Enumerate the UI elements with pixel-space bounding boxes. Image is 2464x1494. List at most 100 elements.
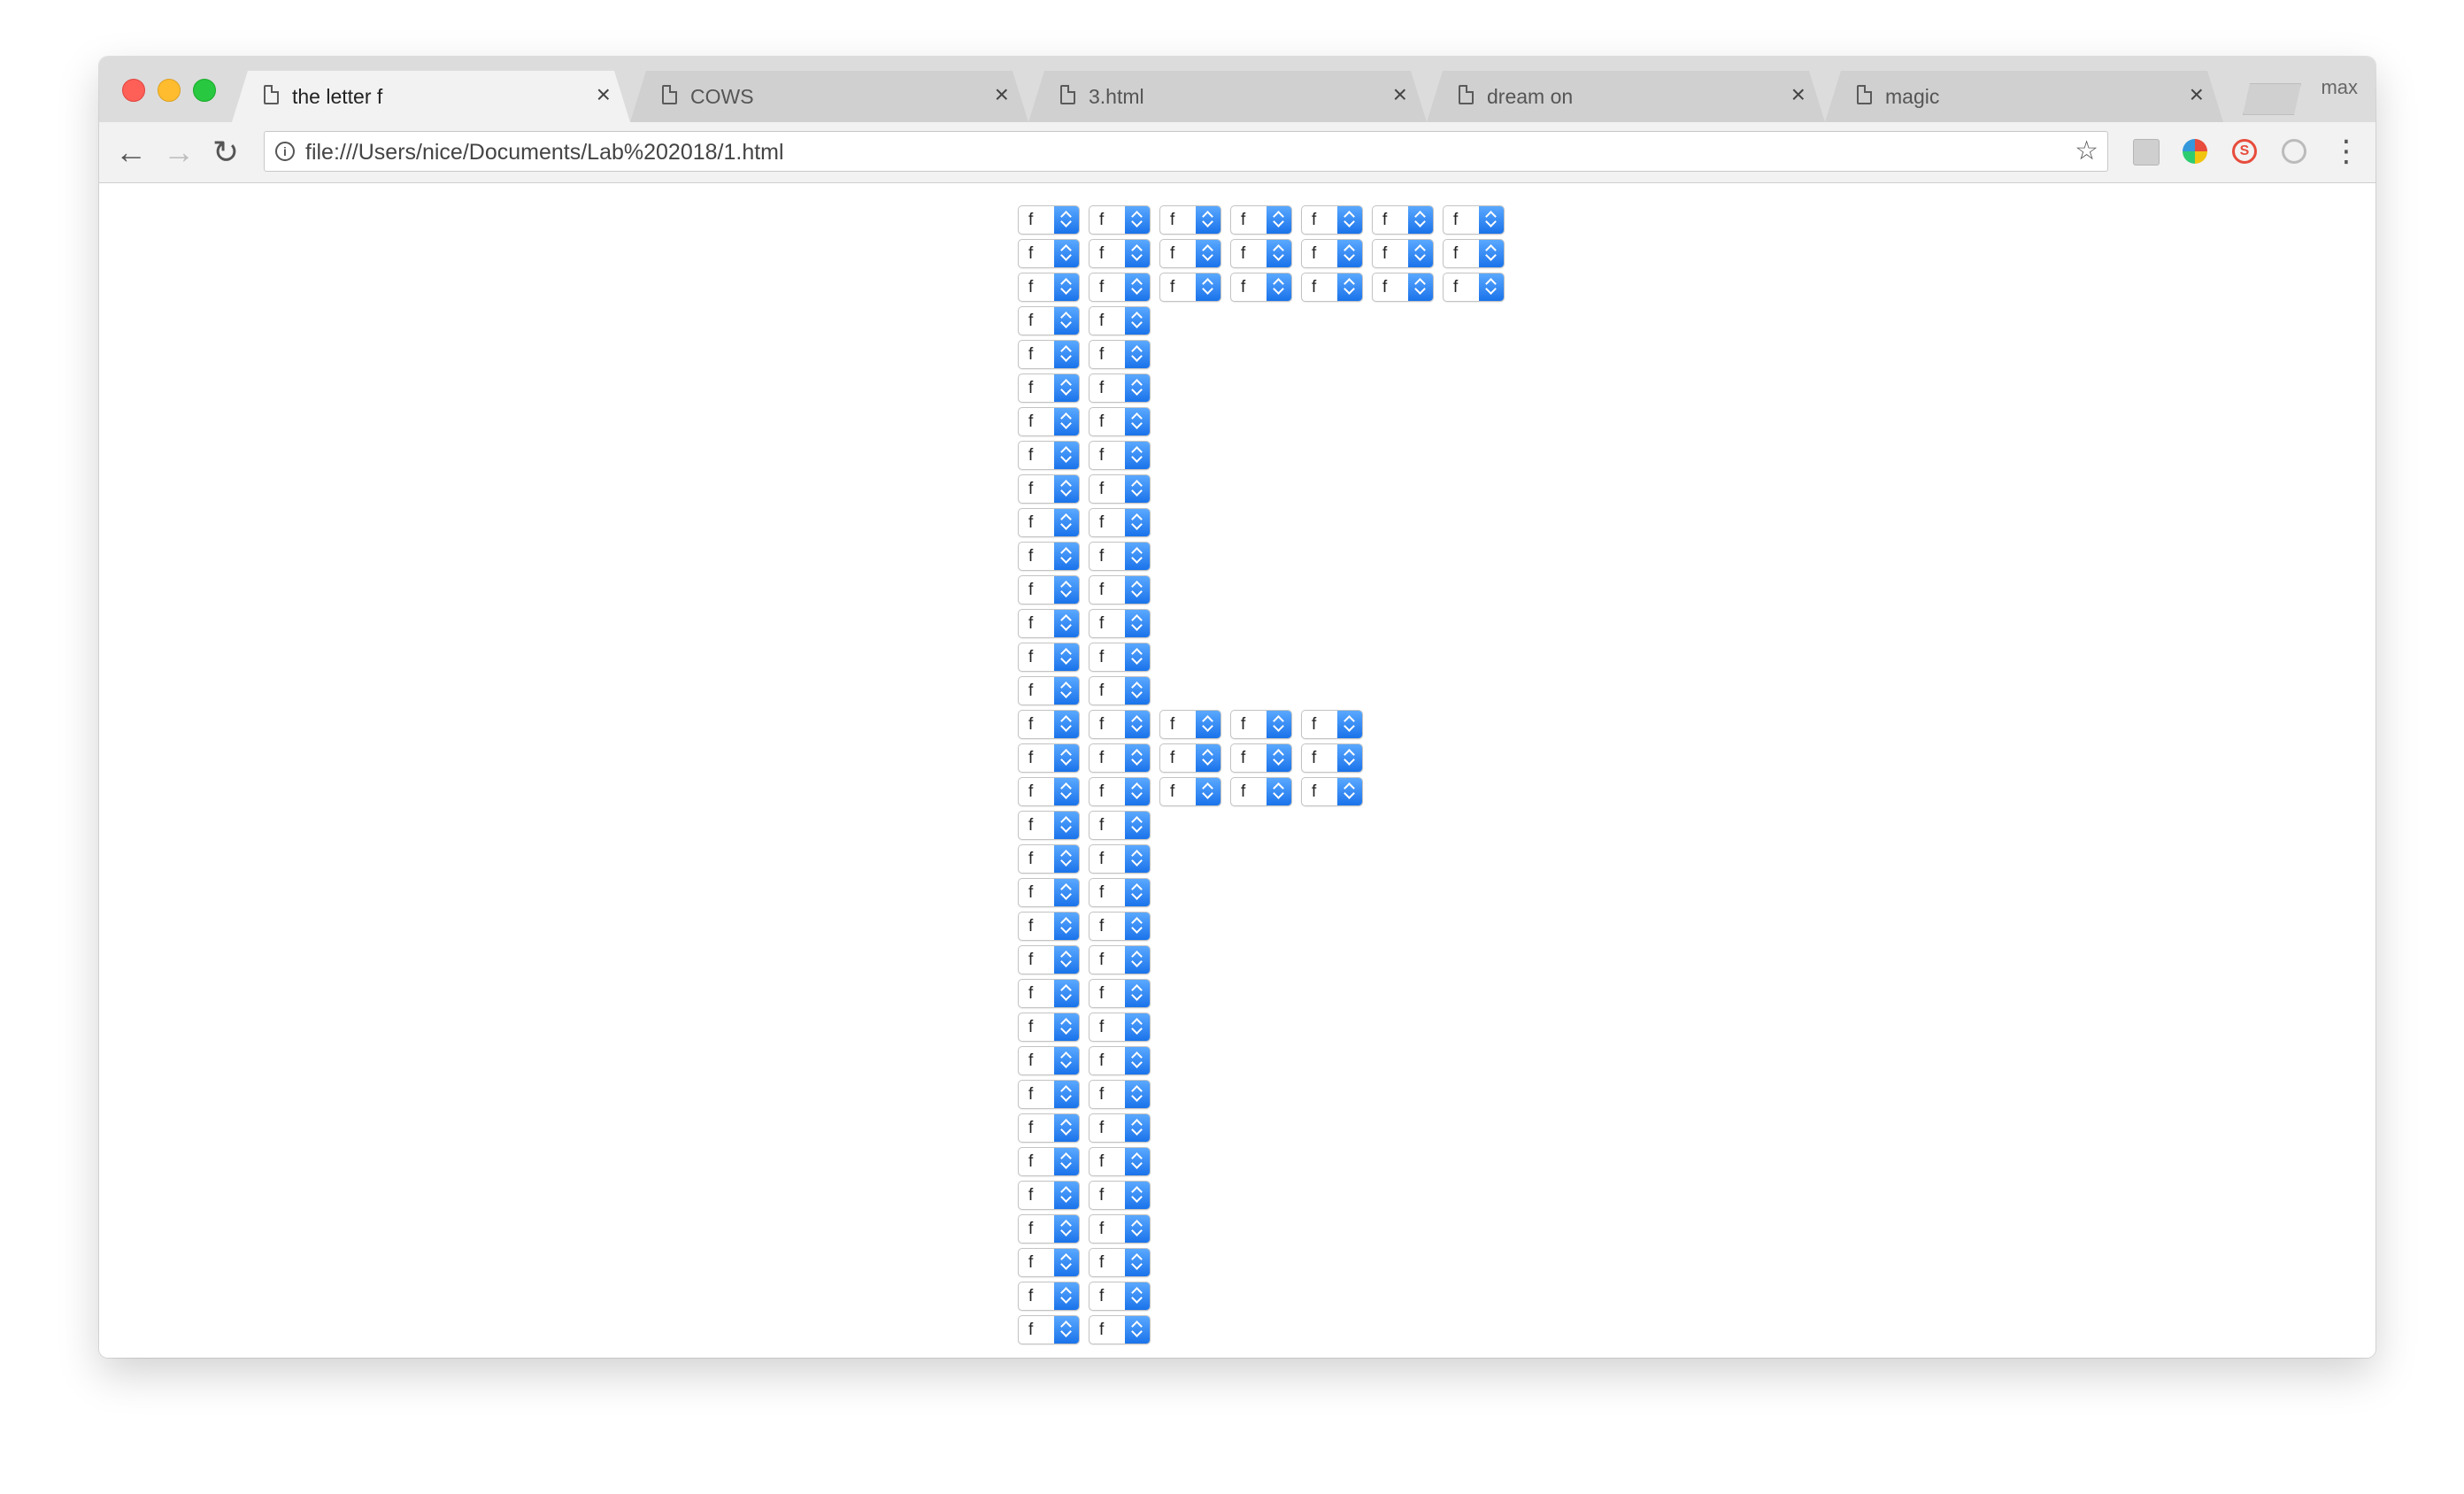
f-select-dropdown[interactable]: f — [1443, 273, 1505, 302]
f-select-dropdown[interactable]: f — [1018, 945, 1080, 974]
menu-dots-icon[interactable]: ⋮ — [2331, 135, 2361, 168]
f-select-dropdown[interactable]: f — [1089, 1046, 1151, 1075]
f-select-dropdown[interactable]: f — [1089, 878, 1151, 907]
f-select-dropdown[interactable]: f — [1089, 1013, 1151, 1042]
f-select-dropdown[interactable]: f — [1230, 239, 1292, 268]
f-select-dropdown[interactable]: f — [1018, 710, 1080, 739]
f-select-dropdown[interactable]: f — [1089, 1080, 1151, 1109]
f-select-dropdown[interactable]: f — [1372, 273, 1434, 302]
bookmark-star-icon[interactable]: ☆ — [2075, 137, 2098, 166]
f-select-dropdown[interactable]: f — [1159, 710, 1221, 739]
f-select-dropdown[interactable]: f — [1089, 912, 1151, 941]
address-url[interactable]: file:///Users/nice/Documents/Lab%202018/… — [305, 140, 784, 166]
f-select-dropdown[interactable]: f — [1089, 710, 1151, 739]
tab-close-icon[interactable]: × — [2190, 81, 2204, 108]
f-select-dropdown[interactable]: f — [1018, 676, 1080, 705]
f-select-dropdown[interactable]: f — [1018, 979, 1080, 1008]
profile-label[interactable]: max — [2321, 76, 2358, 99]
f-select-dropdown[interactable]: f — [1089, 676, 1151, 705]
window-close-button[interactable] — [122, 79, 145, 102]
f-select-dropdown[interactable]: f — [1089, 643, 1151, 672]
f-select-dropdown[interactable]: f — [1018, 474, 1080, 504]
f-select-dropdown[interactable]: f — [1089, 542, 1151, 571]
f-select-dropdown[interactable]: f — [1089, 1147, 1151, 1176]
tab-3-html[interactable]: 3.html × — [1028, 71, 1427, 122]
f-select-dropdown[interactable]: f — [1159, 205, 1221, 235]
f-select-dropdown[interactable]: f — [1372, 205, 1434, 235]
tab-dream-on[interactable]: dream on × — [1427, 71, 1825, 122]
f-select-dropdown[interactable]: f — [1018, 575, 1080, 605]
f-select-dropdown[interactable]: f — [1018, 508, 1080, 537]
f-select-dropdown[interactable]: f — [1301, 777, 1363, 806]
f-select-dropdown[interactable]: f — [1089, 374, 1151, 403]
f-select-dropdown[interactable]: f — [1018, 1013, 1080, 1042]
f-select-dropdown[interactable]: f — [1018, 542, 1080, 571]
f-select-dropdown[interactable]: f — [1089, 1113, 1151, 1143]
f-select-dropdown[interactable]: f — [1443, 239, 1505, 268]
f-select-dropdown[interactable]: f — [1301, 710, 1363, 739]
tab-magic[interactable]: magic × — [1825, 71, 2223, 122]
f-select-dropdown[interactable]: f — [1018, 1147, 1080, 1176]
f-select-dropdown[interactable]: f — [1089, 407, 1151, 436]
tab-close-icon[interactable]: × — [995, 81, 1009, 108]
f-select-dropdown[interactable]: f — [1018, 1113, 1080, 1143]
f-select-dropdown[interactable]: f — [1089, 205, 1151, 235]
f-select-dropdown[interactable]: f — [1018, 239, 1080, 268]
f-select-dropdown[interactable]: f — [1089, 844, 1151, 874]
f-select-dropdown[interactable]: f — [1018, 912, 1080, 941]
back-arrow-icon[interactable]: ← — [115, 133, 147, 172]
f-select-dropdown[interactable]: f — [1089, 1315, 1151, 1344]
f-select-dropdown[interactable]: f — [1159, 239, 1221, 268]
f-select-dropdown[interactable]: f — [1089, 273, 1151, 302]
f-select-dropdown[interactable]: f — [1230, 743, 1292, 773]
f-select-dropdown[interactable]: f — [1018, 306, 1080, 335]
f-select-dropdown[interactable]: f — [1018, 374, 1080, 403]
f-select-dropdown[interactable]: f — [1159, 743, 1221, 773]
f-select-dropdown[interactable]: f — [1018, 777, 1080, 806]
f-select-dropdown[interactable]: f — [1018, 609, 1080, 638]
address-bar[interactable]: i file:///Users/nice/Documents/Lab%20201… — [264, 131, 2108, 172]
f-select-dropdown[interactable]: f — [1301, 205, 1363, 235]
f-select-dropdown[interactable]: f — [1018, 643, 1080, 672]
f-select-dropdown[interactable]: f — [1301, 239, 1363, 268]
f-select-dropdown[interactable]: f — [1443, 205, 1505, 235]
color-wheel-extension-icon[interactable] — [2183, 139, 2207, 164]
window-minimize-button[interactable] — [158, 79, 181, 102]
f-select-dropdown[interactable]: f — [1018, 340, 1080, 369]
f-select-dropdown[interactable]: f — [1159, 273, 1221, 302]
f-select-dropdown[interactable]: f — [1230, 205, 1292, 235]
f-select-dropdown[interactable]: f — [1089, 1282, 1151, 1311]
f-select-dropdown[interactable]: f — [1230, 777, 1292, 806]
f-select-dropdown[interactable]: f — [1089, 508, 1151, 537]
nx-extension-icon[interactable] — [2133, 139, 2160, 166]
f-select-dropdown[interactable]: f — [1018, 1046, 1080, 1075]
f-select-dropdown[interactable]: f — [1018, 273, 1080, 302]
tab-cows[interactable]: COWS × — [630, 71, 1028, 122]
new-tab-button[interactable] — [2243, 83, 2301, 115]
f-select-dropdown[interactable]: f — [1089, 979, 1151, 1008]
f-select-dropdown[interactable]: f — [1018, 1315, 1080, 1344]
f-select-dropdown[interactable]: f — [1018, 407, 1080, 436]
f-select-dropdown[interactable]: f — [1018, 1181, 1080, 1210]
forward-arrow-icon[interactable]: → — [163, 133, 195, 172]
f-select-dropdown[interactable]: f — [1089, 1214, 1151, 1244]
f-select-dropdown[interactable]: f — [1018, 1282, 1080, 1311]
f-select-dropdown[interactable]: f — [1372, 239, 1434, 268]
f-select-dropdown[interactable]: f — [1301, 743, 1363, 773]
tab-close-icon[interactable]: × — [597, 81, 611, 108]
f-select-dropdown[interactable]: f — [1089, 1248, 1151, 1277]
tab-close-icon[interactable]: × — [1393, 81, 1407, 108]
f-select-dropdown[interactable]: f — [1089, 1181, 1151, 1210]
f-select-dropdown[interactable]: f — [1018, 878, 1080, 907]
f-select-dropdown[interactable]: f — [1230, 273, 1292, 302]
f-select-dropdown[interactable]: f — [1089, 306, 1151, 335]
info-icon[interactable]: i — [275, 142, 295, 161]
s-extension-icon[interactable]: S — [2232, 139, 2257, 164]
f-select-dropdown[interactable]: f — [1089, 474, 1151, 504]
sync-extension-icon[interactable] — [2282, 139, 2306, 164]
tab-the-letter-f[interactable]: the letter f × — [232, 71, 630, 122]
f-select-dropdown[interactable]: f — [1018, 1080, 1080, 1109]
f-select-dropdown[interactable]: f — [1089, 609, 1151, 638]
f-select-dropdown[interactable]: f — [1018, 743, 1080, 773]
f-select-dropdown[interactable]: f — [1089, 441, 1151, 470]
